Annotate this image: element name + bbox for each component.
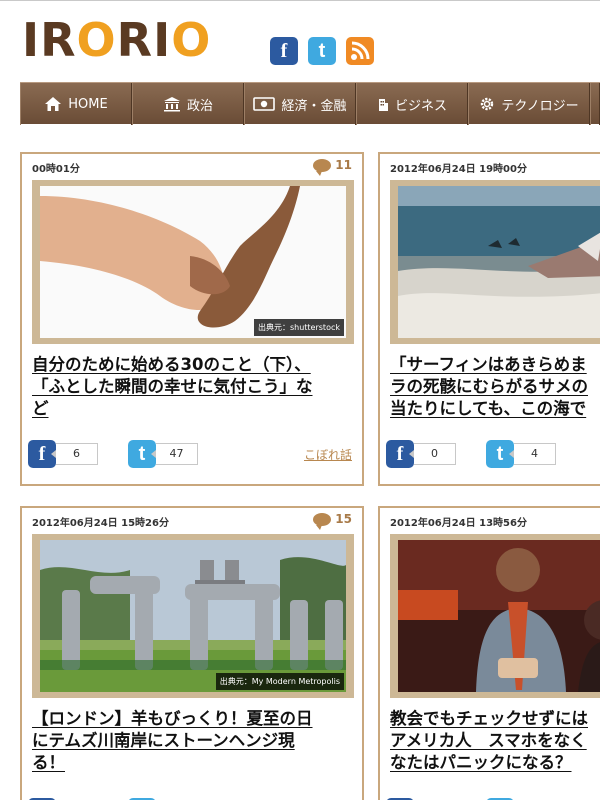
nav-item-politics[interactable]: 政治 xyxy=(132,83,244,125)
nav-label: 経済・金融 xyxy=(281,98,347,114)
article-card[interactable]: 2012年06月24日 15時26分 15 出典元：My Modern Metr… xyxy=(20,506,364,800)
nav-item-more[interactable] xyxy=(590,83,600,125)
site-logo[interactable]: IRORIO xyxy=(22,11,211,69)
comment-count[interactable]: 11 xyxy=(313,158,352,176)
article-title-link[interactable]: 教会でもチェックせずには アメリカ人 スマホをなく なたはパニックになる？ xyxy=(390,708,588,774)
site-header: IRORIO f t xyxy=(0,0,600,82)
nav-item-home[interactable]: HOME xyxy=(20,83,132,125)
main-nav: HOME 政治 経済・金融 ビジネス テクノロジー xyxy=(20,82,600,125)
comment-bubble-icon xyxy=(313,512,332,530)
category-link[interactable]: こぼれ話 xyxy=(304,446,352,463)
nav-label: テクノロジー xyxy=(501,98,579,114)
beach-sharks-image xyxy=(398,186,600,338)
nav-item-technology[interactable]: テクノロジー xyxy=(468,83,590,125)
article-image[interactable] xyxy=(398,540,600,692)
article-date: 00時01分 xyxy=(32,164,80,175)
article-title-link[interactable]: 「サーフィンはあきらめま ラの死骸にむらがるサメの 当たりにしても、この海で xyxy=(390,354,588,420)
share-bar: f 0 t 4 xyxy=(386,440,586,468)
nav-label: HOME xyxy=(68,96,108,112)
comment-bubble-icon xyxy=(313,158,332,176)
article-title-link[interactable]: 【ロンドン】羊もびっくり！夏至の日 にテムズ川南岸にストーンヘンジ現 る！ xyxy=(32,708,313,774)
facebook-icon[interactable]: f xyxy=(270,37,298,65)
building-icon xyxy=(378,99,388,111)
twitter-share-count: 47 xyxy=(151,443,198,465)
article-card[interactable]: 2012年06月24日 13時56分 教会でもチェックせずには アメリカ人 スマ… xyxy=(378,506,600,800)
article-card[interactable]: 00時01分 11 出典元：shutterstock 自分のために始める30のこ… xyxy=(20,152,364,486)
car-stonehenge-image xyxy=(40,540,346,692)
gear-icon xyxy=(481,97,494,111)
article-image[interactable] xyxy=(398,186,600,338)
nav-label: 政治 xyxy=(186,98,213,114)
comment-count[interactable]: 15 xyxy=(313,512,352,530)
rss-icon[interactable] xyxy=(346,37,374,65)
nav-label: ビジネス xyxy=(394,98,447,114)
article-card[interactable]: 2012年06月24日 19時00分 「サーフィンはあきらめま ラの死骸にむらが… xyxy=(378,152,600,486)
article-image[interactable]: 出典元：My Modern Metropolis xyxy=(40,540,346,692)
church-smartphone-image xyxy=(398,540,600,692)
share-bar: f 6 t 47 xyxy=(28,440,228,468)
nav-item-economy[interactable]: 経済・金融 xyxy=(244,83,356,125)
home-icon xyxy=(45,97,62,111)
article-date: 2012年06月24日 13時56分 xyxy=(390,518,527,529)
article-image-frame[interactable]: 出典元：My Modern Metropolis xyxy=(32,534,354,698)
government-icon xyxy=(163,97,180,112)
facebook-share-count: 0 xyxy=(409,443,456,465)
article-date: 2012年06月24日 19時00分 xyxy=(390,164,527,175)
nav-item-business[interactable]: ビジネス xyxy=(356,83,468,125)
image-credit: 出典元：shutterstock xyxy=(253,319,344,336)
twitter-icon[interactable]: t xyxy=(308,37,336,65)
article-image-frame[interactable] xyxy=(390,534,600,698)
article-image[interactable]: 出典元：shutterstock xyxy=(40,186,346,338)
comment-count-value: 15 xyxy=(335,512,352,526)
image-credit: 出典元：My Modern Metropolis xyxy=(215,673,344,690)
article-image-frame[interactable] xyxy=(390,180,600,344)
article-date: 2012年06月24日 15時26分 xyxy=(32,518,169,529)
twitter-share-count: 4 xyxy=(509,443,556,465)
facebook-share-count: 6 xyxy=(51,443,98,465)
article-title-link[interactable]: 自分のために始める30のこと（下）、 「ふとした瞬間の幸せに気付こう」な ど xyxy=(32,354,313,420)
money-icon xyxy=(253,97,276,111)
holding-hands-image xyxy=(40,186,346,338)
article-image-frame[interactable]: 出典元：shutterstock xyxy=(32,180,354,344)
comment-count-value: 11 xyxy=(335,158,352,172)
